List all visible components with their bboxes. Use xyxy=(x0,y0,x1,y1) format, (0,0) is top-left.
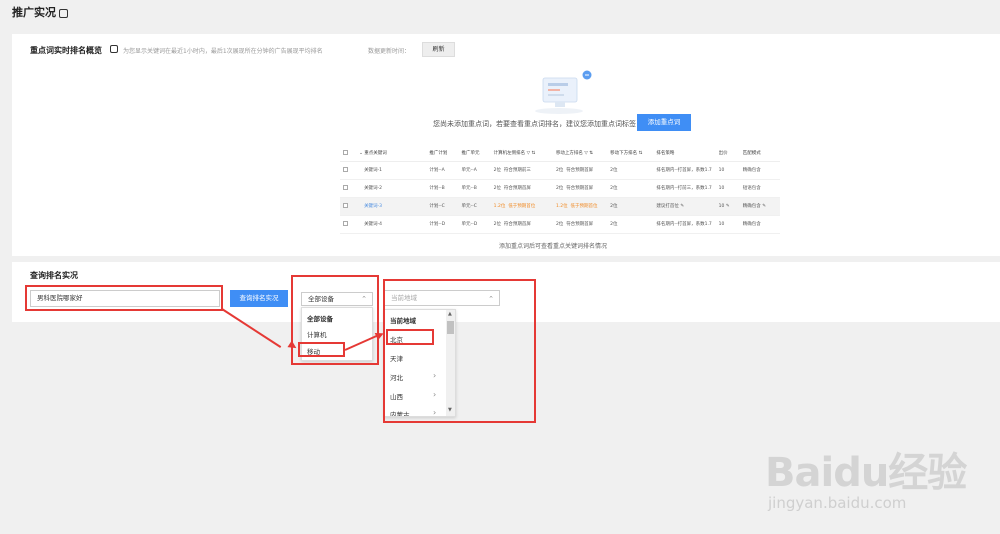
unit-cell: 单元--A xyxy=(458,161,491,180)
help-icon[interactable] xyxy=(59,8,68,18)
help-icon[interactable] xyxy=(110,45,118,53)
sort-icon[interactable]: ⇅ xyxy=(532,151,536,156)
pc-rank-cell: 2位 符合预期首屏 xyxy=(490,215,553,234)
match-cell: 短语包含 xyxy=(739,179,780,198)
table-row: 关键词-4 计划--D 单元--D 2位 符合预期首屏 2位 符合预期首屏 2位… xyxy=(340,215,780,234)
plan-cell: 计划--D xyxy=(426,215,459,234)
annotation-box-keyword xyxy=(25,285,223,311)
annotation-box-region xyxy=(383,279,536,423)
pc-rank-cell: 2位 符合预期首屏 xyxy=(490,179,553,198)
filter-icon[interactable]: ▽ xyxy=(527,151,530,156)
column-header: 出价 xyxy=(715,146,740,162)
mobile-bottom-cell: 2位 xyxy=(607,215,654,234)
keyword-table: ⌄ 重点关键词 推广计划 推广单元 计算机左侧排名 ▽ ⇅ 移动上方排名 ▽ ⇅… xyxy=(340,146,780,234)
row-checkbox[interactable] xyxy=(343,220,348,226)
sort-icon[interactable]: ⇅ xyxy=(639,151,643,156)
refresh-button[interactable]: 刷新 xyxy=(422,42,455,57)
column-header[interactable]: ⌄ 重点关键词 xyxy=(356,146,427,162)
watermark-logo: Baidu经验 xyxy=(765,450,967,496)
match-cell: 精确包含 ✎ xyxy=(739,197,780,216)
watermark-url: jingyan.baidu.com xyxy=(768,494,907,512)
mobile-bottom-cell: 2位 xyxy=(607,161,654,180)
filter-icon[interactable]: ▽ xyxy=(584,151,587,156)
strategy-cell: 排名期内--打首屏，系数1.7 xyxy=(653,161,716,180)
row-checkbox[interactable] xyxy=(343,202,348,208)
keyword-cell[interactable]: 关键词-4 xyxy=(356,215,427,234)
bid-cell: 10 xyxy=(715,215,740,234)
keyword-cell[interactable]: 关键词-2 xyxy=(356,179,427,198)
table-footer-text: 添加重点词后可查看重点关键词排名情况 xyxy=(499,243,608,250)
page-title: 推广实况 xyxy=(12,4,68,20)
edit-icon[interactable]: ✎ xyxy=(762,204,766,209)
bid-cell: 10 xyxy=(715,161,740,180)
row-checkbox[interactable] xyxy=(343,184,348,190)
update-time-label: 数据更新时间： xyxy=(368,48,411,55)
empty-state-text: 您尚未添加重点词，若要查看重点词排名，建议您添加重点词标签 xyxy=(433,120,636,128)
query-title: 查询排名实况 xyxy=(30,271,78,280)
column-header[interactable]: 移动上方排名 ▽ ⇅ xyxy=(552,146,608,162)
mobile-bottom-cell: 2位 xyxy=(607,179,654,198)
select-all-checkbox[interactable] xyxy=(343,149,348,155)
mobile-top-cell: 2位 符合预期首屏 xyxy=(552,215,608,234)
sort-icon[interactable]: ⇅ xyxy=(589,151,593,156)
keyword-cell[interactable]: 关键词-1 xyxy=(356,161,427,180)
column-header[interactable]: 移动下方排名 ⇅ xyxy=(607,146,654,162)
mobile-top-cell: 1.2位 低于预期首位 xyxy=(552,197,608,216)
edit-icon[interactable]: ✎ xyxy=(726,204,730,209)
overview-title: 重点词实时排名概览 xyxy=(30,46,102,55)
overview-hint: 为您显示关键词在最近1小时内，最后1次展现所在分钟的广告展现平均排名 xyxy=(123,48,323,55)
strategy-cell: 排名期内--打首屏，系数1.7 xyxy=(653,215,716,234)
plan-cell: 计划--A xyxy=(426,161,459,180)
column-header: 匹配模式 xyxy=(739,146,780,162)
table-row: 关键词-3 计划--C 单元--C 1.2位 低于预期首位 1.2位 低于预期首… xyxy=(340,197,780,216)
row-checkbox[interactable] xyxy=(343,166,348,172)
column-header: 排名策略 xyxy=(653,146,716,162)
column-header: 推广单元 xyxy=(458,146,491,162)
plan-cell: 计划--B xyxy=(426,179,459,198)
table-row: 关键词-1 计划--A 单元--A 2位 符合预期前三 2位 符合预期首屏 2位… xyxy=(340,161,780,180)
column-header: 推广计划 xyxy=(426,146,459,162)
column-header[interactable]: 计算机左侧排名 ▽ ⇅ xyxy=(490,146,553,162)
annotation-box-mobile xyxy=(298,342,345,357)
match-cell: 精确包含 xyxy=(739,215,780,234)
annotation-box-beijing xyxy=(386,329,434,345)
mobile-bottom-cell: 2位 xyxy=(607,197,654,216)
unit-cell: 单元--D xyxy=(458,215,491,234)
pc-rank-cell: 1.2位 低于预期首位 xyxy=(490,197,553,216)
unit-cell: 单元--C xyxy=(458,197,491,216)
table-row: 关键词-2 计划--B 单元--B 2位 符合预期首屏 2位 符合预期首屏 2位… xyxy=(340,179,780,198)
strategy-cell: 建议打首位 ✎ xyxy=(653,197,716,216)
bid-cell: 10 xyxy=(715,179,740,198)
plan-cell: 计划--C xyxy=(426,197,459,216)
mobile-top-cell: 2位 符合预期首屏 xyxy=(552,179,608,198)
match-cell: 精确包含 xyxy=(739,161,780,180)
query-ranking-button[interactable]: 查询排名实况 xyxy=(230,290,288,307)
pc-rank-cell: 2位 符合预期前三 xyxy=(490,161,553,180)
unit-cell: 单元--B xyxy=(458,179,491,198)
strategy-cell: 排名期内--打前三，系数1.7 xyxy=(653,179,716,198)
mobile-top-cell: 2位 符合预期首屏 xyxy=(552,161,608,180)
keyword-cell[interactable]: 关键词-3 xyxy=(356,197,427,216)
add-keyword-button[interactable]: 添加重点词 xyxy=(637,114,691,131)
bid-cell: 10 ✎ xyxy=(715,197,740,216)
empty-illustration xyxy=(535,70,592,114)
table-header-row: ⌄ 重点关键词 推广计划 推广单元 计算机左侧排名 ▽ ⇅ 移动上方排名 ▽ ⇅… xyxy=(340,146,780,162)
edit-icon[interactable]: ✎ xyxy=(680,204,684,209)
